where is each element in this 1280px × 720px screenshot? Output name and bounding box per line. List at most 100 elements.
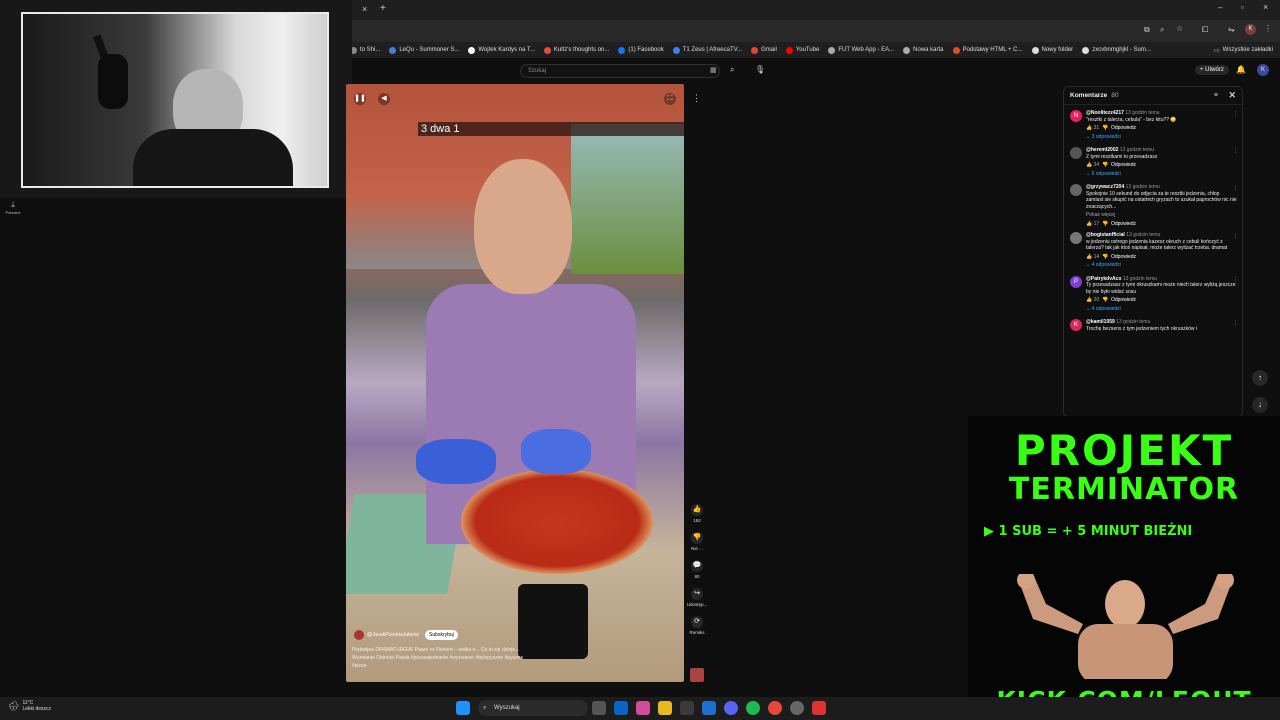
action-like[interactable]: 👍 152 bbox=[684, 504, 710, 523]
action-remix[interactable]: ⟳ Remiks bbox=[684, 616, 710, 635]
channel-avatar[interactable] bbox=[354, 630, 364, 640]
sort-icon[interactable]: ≡ bbox=[1214, 92, 1218, 99]
fullscreen-icon[interactable]: ⛶ bbox=[664, 93, 676, 105]
comment-avatar[interactable] bbox=[1070, 184, 1082, 196]
search-icon[interactable]: ⌕ bbox=[730, 65, 734, 75]
bookmark-item[interactable]: Nowy folder bbox=[1031, 46, 1073, 54]
comment-more-icon[interactable]: ⋮ bbox=[1233, 111, 1238, 117]
chrome-icon[interactable] bbox=[768, 701, 782, 715]
spotify-icon[interactable] bbox=[746, 701, 760, 715]
comment-avatar[interactable] bbox=[1070, 147, 1082, 159]
profile-avatar[interactable]: K bbox=[1245, 24, 1256, 35]
keyboard-icon[interactable]: ▦ bbox=[710, 66, 717, 74]
subscribe-button[interactable]: Subskrybuj bbox=[425, 630, 458, 640]
like-icon[interactable]: 👍 bbox=[1086, 162, 1092, 168]
comment-more-icon[interactable]: ⋮ bbox=[1233, 185, 1238, 191]
comment-avatar[interactable] bbox=[1070, 232, 1082, 244]
file-explorer-icon[interactable] bbox=[658, 701, 672, 715]
bookmark-item[interactable]: Podstawy HTML + C... bbox=[952, 46, 1023, 54]
outlook-icon[interactable] bbox=[614, 701, 628, 715]
close-tab-icon[interactable]: × bbox=[362, 4, 367, 14]
create-button[interactable]: + Utwórz bbox=[1195, 65, 1229, 75]
bookmark-item[interactable]: FUT Web App - EA... bbox=[828, 46, 894, 54]
star-icon[interactable]: ☆ bbox=[1176, 24, 1183, 33]
comment-avatar[interactable]: P bbox=[1070, 275, 1082, 288]
comment-time[interactable]: 13 godzin temu bbox=[1120, 147, 1154, 153]
reply-button[interactable]: Odpowiedz bbox=[1111, 162, 1136, 168]
close-window-icon[interactable]: × bbox=[1263, 2, 1268, 12]
comment-more-icon[interactable]: ⋮ bbox=[1233, 233, 1238, 239]
bell-icon[interactable]: 🔔 bbox=[1236, 65, 1246, 74]
dislike-icon[interactable]: 👎 bbox=[1102, 221, 1108, 227]
mic-icon[interactable]: 🎙 bbox=[755, 65, 765, 74]
comment-time[interactable]: 13 godzin temu bbox=[1116, 319, 1150, 325]
bookmark-item[interactable]: Gmail bbox=[751, 46, 777, 54]
channel-name[interactable]: @JacekPizzeriaJabenz bbox=[367, 632, 419, 638]
bookmark-item[interactable]: Nowa karta bbox=[903, 46, 944, 54]
bookmark-item[interactable]: (1) Facebook bbox=[618, 46, 664, 54]
bookmark-item[interactable]: Wojtek Kardys na T... bbox=[468, 46, 535, 54]
replies-toggle[interactable]: ⌄ 4 odpowiedzi bbox=[1086, 306, 1238, 313]
reply-button[interactable]: Odpowiedz bbox=[1111, 125, 1136, 131]
downloads-item[interactable]: ⤓ Pobrane bbox=[4, 200, 22, 215]
more-options-icon[interactable]: ⋮ bbox=[692, 93, 701, 104]
pause-icon[interactable]: ❚❚ bbox=[354, 93, 366, 105]
like-icon[interactable]: 👍 bbox=[1086, 297, 1092, 303]
all-bookmarks[interactable]: ▭ Wszystkie zakładki bbox=[1214, 47, 1273, 54]
comment-user[interactable]: @Noolitezz4217 bbox=[1086, 110, 1124, 116]
like-icon[interactable]: 👍 bbox=[1086, 125, 1092, 131]
taskbar-search[interactable]: ⌕ Wyszukaj bbox=[478, 700, 588, 716]
yt-avatar[interactable]: K bbox=[1257, 64, 1269, 76]
replies-toggle[interactable]: ⌄ 3 odpowiedzi bbox=[1086, 134, 1238, 141]
reply-button[interactable]: Odpowiedz bbox=[1111, 297, 1136, 303]
action-dislike[interactable]: 👎 Nie ... bbox=[684, 532, 710, 551]
bookmark-item[interactable]: LeQu - Summoner S... bbox=[389, 46, 459, 54]
comment-user[interactable]: @kamil1059 bbox=[1086, 319, 1115, 325]
like-icon[interactable]: 👍 bbox=[1086, 254, 1092, 260]
minimize-icon[interactable]: – bbox=[1218, 3, 1222, 12]
dislike-icon[interactable]: 👎 bbox=[1102, 297, 1108, 303]
app-icon[interactable] bbox=[812, 701, 826, 715]
comment-time[interactable]: 13 godzin temu bbox=[1125, 110, 1159, 116]
comment-time[interactable]: 13 godzin temu bbox=[1126, 232, 1160, 238]
store-icon[interactable] bbox=[680, 701, 694, 715]
bookmark-item[interactable]: zxcvbnmghjkl - Sum... bbox=[1082, 46, 1151, 54]
discord-icon[interactable] bbox=[724, 701, 738, 715]
weather-widget[interactable]: 🌧 11°C Lekki deszcz bbox=[8, 700, 51, 712]
copilot-icon[interactable] bbox=[636, 701, 650, 715]
close-comments-icon[interactable]: ✕ bbox=[1228, 90, 1236, 101]
show-more-link[interactable]: Pokaż więcej bbox=[1086, 212, 1238, 219]
dislike-icon[interactable]: 👎 bbox=[1102, 162, 1108, 168]
comment-more-icon[interactable]: ⋮ bbox=[1233, 148, 1238, 154]
replies-toggle[interactable]: ⌄ 6 odpowiedzi bbox=[1086, 171, 1238, 178]
comment-avatar[interactable]: N bbox=[1070, 110, 1082, 122]
reply-button[interactable]: Odpowiedz bbox=[1111, 221, 1136, 227]
arrow-up-icon[interactable]: ↑ bbox=[1252, 370, 1268, 386]
comment-user[interactable]: @grzywacz7204 bbox=[1086, 184, 1124, 190]
video-description[interactable]: Podwójna DRAMATURGIA! Pawel vs Norbert –… bbox=[352, 646, 524, 670]
volume-icon[interactable]: ◀ bbox=[378, 93, 390, 105]
comment-more-icon[interactable]: ⋮ bbox=[1233, 277, 1238, 283]
arrow-down-icon[interactable]: ↓ bbox=[1252, 397, 1268, 413]
bookmark-item[interactable]: T1 Zeus | AfreecaTV... bbox=[672, 46, 742, 54]
comment-time[interactable]: 13 godzin temu bbox=[1123, 276, 1157, 282]
replies-toggle[interactable]: ⌄ 4 odpowiedzi bbox=[1086, 262, 1238, 269]
search-input[interactable]: Szukaj bbox=[520, 64, 720, 78]
bookmark-item[interactable]: YouTube bbox=[785, 46, 819, 54]
comment-avatar[interactable]: K bbox=[1070, 319, 1082, 331]
comment-user[interactable]: @bogistanfficial bbox=[1086, 232, 1125, 238]
cast-icon[interactable]: ⧉ bbox=[1144, 25, 1150, 35]
new-tab-icon[interactable]: + bbox=[380, 3, 386, 14]
menu-icon[interactable]: ⋮ bbox=[1264, 24, 1272, 33]
shorts-video-player[interactable]: 3 dwa 1 ❚❚ ◀ ⛶ @JacekPizzeriaJabenz Subs… bbox=[346, 84, 684, 682]
obs-icon[interactable] bbox=[790, 701, 804, 715]
dislike-icon[interactable]: 👎 bbox=[1102, 254, 1108, 260]
downloads-toolbar-icon[interactable]: ⇋ bbox=[1228, 25, 1235, 34]
zoom-icon[interactable]: ⌕ bbox=[1160, 25, 1164, 35]
bookmark-item[interactable]: to Shi... bbox=[350, 46, 380, 54]
task-view-icon[interactable] bbox=[592, 701, 606, 715]
comment-more-icon[interactable]: ⋮ bbox=[1233, 320, 1238, 326]
comment-time[interactable]: 13 godzin temu bbox=[1126, 184, 1160, 190]
comment-user[interactable]: @PatrykdvAco bbox=[1086, 276, 1121, 282]
reply-button[interactable]: Odpowiedz bbox=[1111, 254, 1136, 260]
